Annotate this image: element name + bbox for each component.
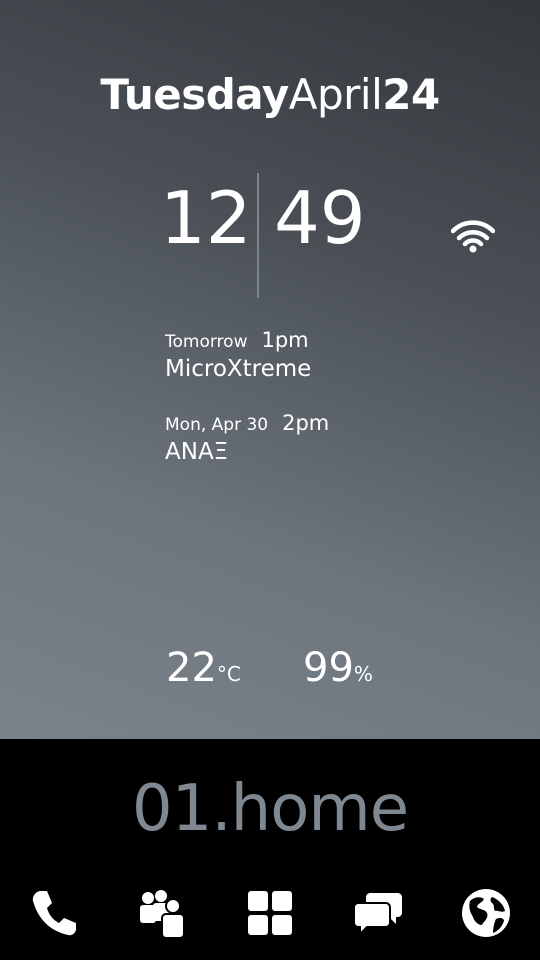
event-1[interactable]: Tomorrow 1pm MicroXtreme — [165, 328, 311, 382]
temperature-unit: °C — [216, 662, 241, 686]
event-2-when: Mon, Apr 30 — [165, 415, 269, 435]
wifi-icon — [451, 220, 495, 253]
event-1-title: MicroXtreme — [165, 356, 312, 382]
event-2[interactable]: Mon, Apr 30 2pm ANAΞ — [165, 411, 329, 465]
phone-icon[interactable] — [28, 887, 80, 939]
browser-globe-icon[interactable] — [460, 887, 512, 939]
month: April — [288, 70, 383, 119]
day: 24 — [382, 70, 440, 119]
screen-label: 01.home — [131, 772, 409, 846]
messages-icon[interactable] — [352, 887, 404, 939]
weekday: Tuesday — [100, 70, 289, 119]
event-1-when: Tomorrow — [165, 332, 248, 352]
humidity-unit: % — [353, 662, 373, 686]
clock-minutes: 49 — [274, 176, 366, 260]
clock-hours: 12 — [160, 176, 252, 260]
event-1-time: 1pm — [261, 328, 309, 352]
event-2-title: ANAΞ — [165, 439, 229, 465]
date-header: TuesdayApril24 — [0, 70, 540, 119]
humidity: 99% — [303, 645, 373, 691]
apps-grid-icon[interactable] — [244, 887, 296, 939]
humidity-value: 99 — [303, 645, 354, 691]
temperature: 22°C — [166, 645, 241, 691]
event-2-time: 2pm — [282, 411, 330, 435]
contacts-icon[interactable] — [136, 887, 188, 939]
temperature-value: 22 — [166, 645, 217, 691]
clock-divider — [257, 173, 259, 298]
